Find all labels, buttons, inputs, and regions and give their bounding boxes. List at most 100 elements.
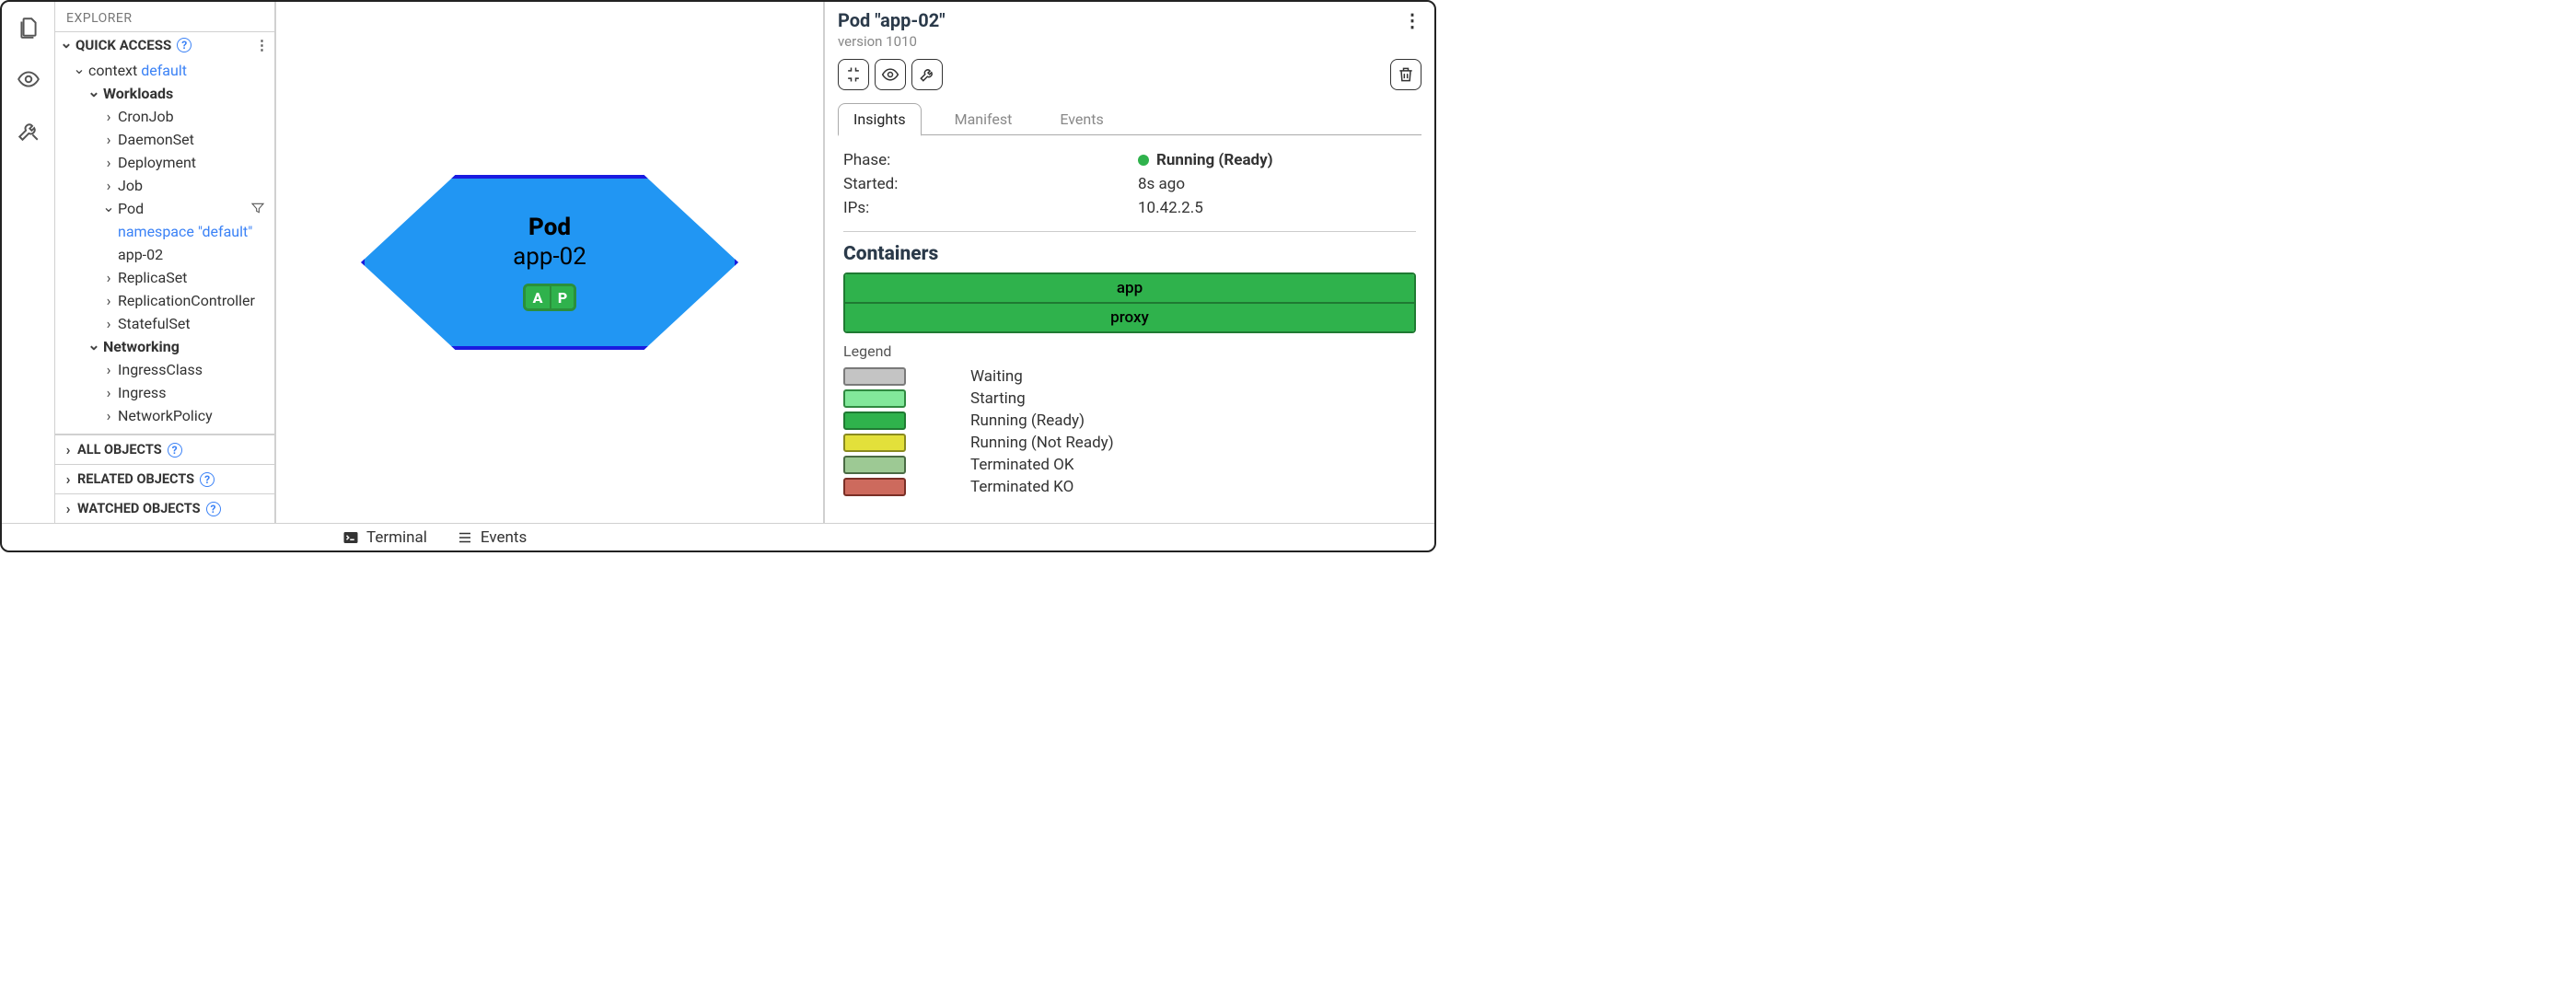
details-actions xyxy=(838,59,1421,90)
explorer-tree: context default Workloads CronJob Daemon… xyxy=(55,57,274,434)
pod-kind: Pod xyxy=(528,214,571,241)
legend-row: Terminated KO xyxy=(843,476,1416,498)
explorer-title: EXPLORER xyxy=(55,2,274,31)
tab-manifest[interactable]: Manifest xyxy=(940,104,1027,134)
legend-swatch xyxy=(843,478,906,496)
help-icon[interactable]: ? xyxy=(206,502,221,516)
kv-key: IPs: xyxy=(843,199,1129,217)
tree-item-label: StatefulSet xyxy=(118,315,191,332)
tree-item-statefulset[interactable]: StatefulSet xyxy=(61,312,271,335)
files-icon[interactable] xyxy=(16,15,41,41)
tree-item-label: app-02 xyxy=(118,246,163,263)
help-icon[interactable]: ? xyxy=(200,472,215,487)
watch-button[interactable] xyxy=(875,59,906,90)
tree-item-label: namespace "default" xyxy=(118,223,252,240)
legend-row: Waiting xyxy=(843,365,1416,388)
tree-item-label: DaemonSet xyxy=(118,131,194,148)
tree-item-networkpolicy[interactable]: NetworkPolicy xyxy=(61,404,271,427)
tree-item-ingressclass[interactable]: IngressClass xyxy=(61,358,271,381)
section-menu-icon[interactable]: ⋮ xyxy=(255,37,269,53)
details-panel: Pod "app-02" version 1010 ⋮ xyxy=(823,2,1434,523)
pod-name: app-02 xyxy=(513,243,586,271)
container-row-app[interactable]: app xyxy=(845,274,1414,302)
details-subtitle: version 1010 xyxy=(838,33,946,50)
chevron-right-icon xyxy=(63,470,74,488)
container-row-proxy[interactable]: proxy xyxy=(845,302,1414,331)
tree-item-app-02[interactable]: app-02 xyxy=(61,243,271,266)
tree-item-namespace-default[interactable]: namespace "default" xyxy=(61,220,271,243)
tab-events[interactable]: Events xyxy=(1045,104,1118,134)
tree-item-deployment[interactable]: Deployment xyxy=(61,151,271,174)
tree-item-label: Pod xyxy=(118,200,144,217)
status-events-label: Events xyxy=(481,528,527,547)
chevron-right-icon xyxy=(103,407,114,424)
phase-text: Running (Ready) xyxy=(1156,151,1273,169)
tree-item-daemonset[interactable]: DaemonSet xyxy=(61,128,271,151)
tree-item-pod[interactable]: Pod xyxy=(61,197,271,220)
section-watched-objects[interactable]: WATCHED OBJECTS ? xyxy=(55,493,274,523)
kv-value: 10.42.2.5 xyxy=(1138,199,1203,217)
tree-item-job[interactable]: Job xyxy=(61,174,271,197)
legend-row: Running (Ready) xyxy=(843,410,1416,432)
status-events[interactable]: Events xyxy=(457,528,527,547)
section-label: RELATED OBJECTS xyxy=(77,471,194,487)
legend-list: WaitingStarting Running (Ready) Running (N… xyxy=(843,365,1416,498)
pod-badge-p: P xyxy=(550,286,574,308)
tree-item-label: CronJob xyxy=(118,108,174,125)
delete-button[interactable] xyxy=(1390,59,1421,90)
terminal-icon xyxy=(342,529,359,546)
kv-started: Started: 8s ago xyxy=(843,172,1416,196)
section-all-objects[interactable]: ALL OBJECTS ? xyxy=(55,435,274,464)
collapse-button[interactable] xyxy=(838,59,869,90)
legend-label: Running (Ready) xyxy=(970,411,1085,430)
tab-insights[interactable]: Insights xyxy=(838,103,922,136)
kv-value: Running (Ready) xyxy=(1138,151,1273,169)
section-quick-access[interactable]: QUICK ACCESS ? ⋮ xyxy=(55,31,274,57)
status-terminal-label: Terminal xyxy=(366,528,427,547)
legend-row: Running (Not Ready) xyxy=(843,432,1416,454)
eye-icon[interactable] xyxy=(16,66,41,92)
help-icon[interactable]: ? xyxy=(168,443,182,458)
tools-icon[interactable] xyxy=(16,118,41,144)
details-menu-icon[interactable]: ⋮ xyxy=(1403,9,1421,31)
containers-title: Containers xyxy=(843,243,1416,265)
tree-item-cronjob[interactable]: CronJob xyxy=(61,105,271,128)
status-terminal[interactable]: Terminal xyxy=(342,528,427,547)
activity-bar xyxy=(2,2,55,523)
legend-swatch xyxy=(843,389,906,408)
tree-item-label: ReplicationController xyxy=(118,292,255,309)
section-related-objects[interactable]: RELATED OBJECTS ? xyxy=(55,464,274,493)
tree-item-replicationcontroller[interactable]: ReplicationController xyxy=(61,289,271,312)
legend-title: Legend xyxy=(843,342,1416,360)
tree-item-replicaset[interactable]: ReplicaSet xyxy=(61,266,271,289)
legend-row: Starting xyxy=(843,388,1416,410)
details-header: Pod "app-02" version 1010 ⋮ xyxy=(838,9,1421,50)
legend-swatch xyxy=(843,434,906,452)
help-icon[interactable]: ? xyxy=(177,38,191,52)
tree-context[interactable]: context default xyxy=(61,59,271,82)
context-prefix: context xyxy=(88,62,137,79)
chevron-right-icon xyxy=(103,154,114,171)
context-name[interactable]: default xyxy=(141,62,187,79)
edit-button[interactable] xyxy=(911,59,943,90)
group-label: Workloads xyxy=(103,85,173,102)
filter-icon[interactable] xyxy=(250,201,267,217)
collapsed-sections: ALL OBJECTS ? RELATED OBJECTS ? WATCHED … xyxy=(55,434,274,523)
chevron-down-icon xyxy=(61,36,72,53)
legend-label: Running (Not Ready) xyxy=(970,434,1114,452)
canvas-area[interactable]: Pod app-02 A P xyxy=(276,2,823,523)
chevron-down-icon xyxy=(88,85,99,102)
status-bar: Terminal Events xyxy=(2,523,1434,550)
chevron-down-icon xyxy=(103,200,114,217)
chevron-right-icon xyxy=(103,361,114,378)
tree-group-networking[interactable]: Networking xyxy=(61,335,271,358)
tree-item-ingress[interactable]: Ingress xyxy=(61,381,271,404)
tree-group-workloads[interactable]: Workloads xyxy=(61,82,271,105)
pod-node[interactable]: Pod app-02 A P xyxy=(361,175,738,350)
chevron-right-icon xyxy=(103,131,114,148)
status-dot-icon xyxy=(1138,155,1149,166)
details-title: Pod "app-02" xyxy=(838,9,946,31)
group-label: Networking xyxy=(103,338,180,355)
tree-item-label: ReplicaSet xyxy=(118,269,187,286)
legend-label: Starting xyxy=(970,389,1026,408)
